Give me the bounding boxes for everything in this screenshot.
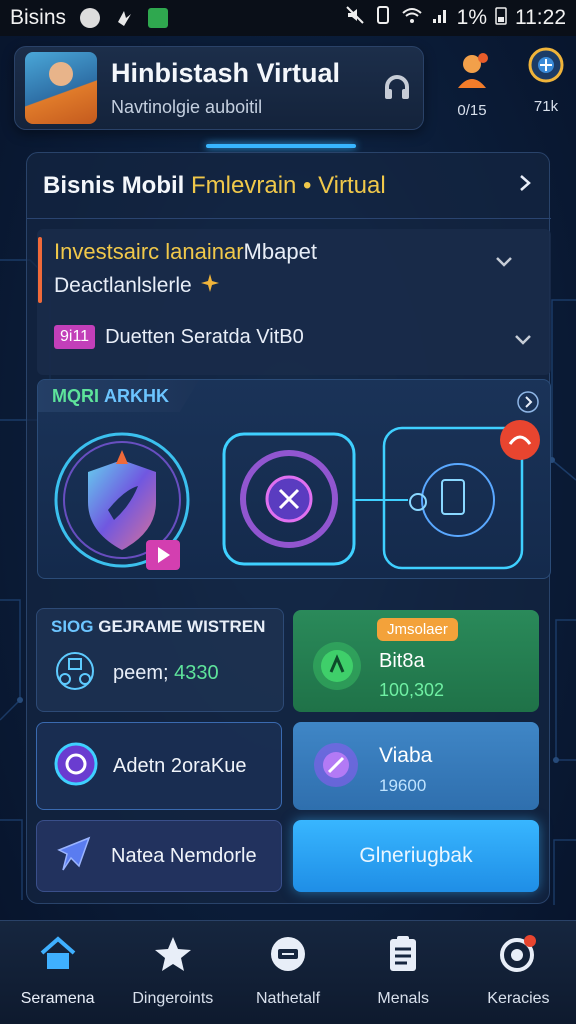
stats-card-title: SIOG GEJRAME WISTREN [51, 617, 265, 637]
green-card-pill: Jmsolaer [377, 618, 458, 641]
mute-icon [345, 5, 365, 31]
chevron-down-icon[interactable] [513, 333, 533, 352]
blue-card-name: Viaba [379, 744, 433, 767]
tab-indicator [206, 144, 356, 148]
feature-illustration [54, 420, 540, 570]
accent-bar [38, 237, 42, 303]
vibrate-icon [373, 5, 393, 31]
notification-icon [80, 8, 101, 28]
primary-action-button[interactable]: Glneriugbak [293, 820, 539, 892]
nav-label-favorites: Dingeroints [132, 990, 214, 1007]
bottom-navigation: Seramena Dingeroints Nathetalf Menals Ke… [0, 920, 576, 1024]
signal-icon [431, 5, 449, 31]
cog-icon [309, 738, 363, 797]
stats-card-body: peem; 4330 [51, 647, 219, 700]
accordion-item-investment[interactable]: Investsairc lanainarMbapet Deactlanlsler… [54, 239, 534, 299]
nav-item-monitor[interactable]: Nathetalf [230, 921, 345, 1024]
profile-header-card[interactable]: Hinbistash Virtual Navtinolgie auboitil [14, 46, 424, 130]
battery-percent: 1% [456, 6, 487, 29]
headset-icon[interactable] [381, 72, 413, 104]
message-icon [148, 8, 169, 28]
accordion-badge: 9i11 [54, 325, 96, 349]
battery-icon [495, 5, 507, 31]
stats-title-prefix: SIOG [51, 617, 94, 636]
nav-label-monitor: Nathetalf [255, 990, 321, 1007]
nav-item-favorites[interactable]: Dingeroints [115, 921, 230, 1024]
nav-item-menu[interactable]: Menals [346, 921, 461, 1024]
green-card-number: 100,302 [379, 680, 445, 700]
accordion-subtitle-text: Deactlanlslerle [54, 274, 192, 297]
blue-card-number: 19600 [379, 776, 427, 795]
app-title: Hinbistash Virtual [111, 58, 341, 88]
status-bar: Bisins 1% 11:22 [0, 0, 576, 36]
compass-icon [53, 832, 97, 881]
home-icon [38, 935, 78, 978]
accordion-item2-text: Duetten Seratda VitB0 [105, 325, 304, 348]
carrier-label: Bisins [10, 6, 67, 29]
monitor-icon [268, 935, 308, 978]
app-subtitle: Navtinolgie auboitil [111, 97, 263, 117]
top-icon-support[interactable]: 0/15 [453, 50, 491, 119]
purple-card-label: Adetn 2oraKue [113, 754, 247, 777]
network-icon [51, 647, 99, 700]
accordion-panel: Investsairc lanainarMbapet Deactlanlsler… [37, 229, 551, 375]
globe-icon [527, 46, 565, 84]
feature-banner[interactable]: MQRI ARKHK [37, 379, 551, 579]
support-agent-icon [453, 50, 491, 88]
clock: 11:22 [515, 6, 566, 29]
avatar[interactable] [25, 52, 97, 124]
navigation-card-label: Natea Nemdorle [111, 844, 257, 867]
green-card[interactable]: Jmsolaer Bit8a 100,302 [293, 610, 539, 712]
nav-label-home: Seramena [20, 990, 95, 1007]
accordion-item-secondary[interactable]: 9i11 Duetten Seratda VitB0 [54, 325, 304, 349]
top-icon-support-label: 0/15 [457, 102, 487, 119]
stats-value-number: 4330 [174, 662, 219, 684]
star-icon [153, 935, 193, 978]
stats-value: peem; 4330 [113, 662, 219, 685]
nav-label-menu: Menals [377, 990, 429, 1007]
nav-label-activity: Keracies [487, 990, 550, 1007]
sparkle-icon [200, 273, 220, 299]
stats-title-main: GEJRAME WISTREN [98, 617, 266, 636]
accordion-item-title: Investsairc lanainarMbapet [54, 239, 534, 265]
accordion-title-rest: Mbapet [243, 239, 317, 264]
app-notification-icon [114, 8, 134, 28]
gear-icon [309, 638, 365, 699]
section-title-main: Bisnis Mobil [43, 171, 185, 199]
stats-card[interactable]: SIOG GEJRAME WISTREN peem; 4330 [36, 608, 284, 712]
top-icon-globe-label: 71k [533, 98, 559, 115]
accordion-item-subtitle: Deactlanlslerle [54, 273, 534, 299]
navigation-card[interactable]: Natea Nemdorle [36, 820, 282, 892]
accordion-title-highlight: Investsairc lanainar [54, 239, 244, 264]
section-header[interactable]: Bisnis Mobil Fmlevrain • Virtual [27, 153, 551, 219]
purple-card[interactable]: Adetn 2oraKue [36, 722, 282, 810]
chevron-down-icon[interactable] [494, 255, 514, 274]
section-title-accent: Fmlevrain • Virtual [191, 171, 386, 199]
coin-icon [53, 741, 99, 792]
green-card-name: Bit8a [379, 650, 425, 672]
section-title: Bisnis Mobil Fmlevrain • Virtual [43, 172, 386, 200]
target-icon [498, 935, 538, 978]
blue-card[interactable]: Viaba 19600 [293, 722, 539, 810]
nav-item-activity[interactable]: Keracies [461, 921, 576, 1024]
nav-item-home[interactable]: Seramena [0, 921, 115, 1024]
clipboard-icon [383, 935, 423, 978]
wifi-icon [401, 5, 423, 31]
chevron-right-icon[interactable] [515, 173, 535, 198]
stats-value-prefix: peem; [113, 662, 169, 684]
top-icon-globe[interactable]: 71k [527, 46, 565, 115]
